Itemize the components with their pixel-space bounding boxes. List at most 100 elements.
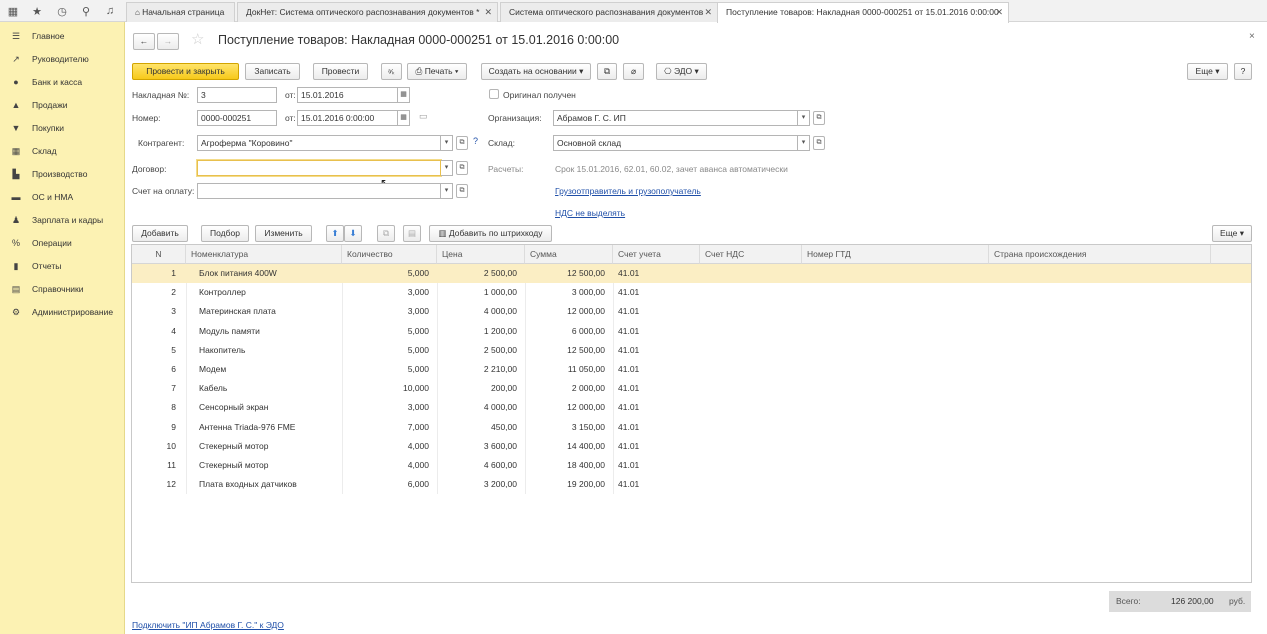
column-header-nomenclature[interactable]: Номенклатура	[186, 245, 342, 264]
payment-account-field[interactable]	[197, 183, 441, 199]
table-row[interactable]: 10 Стекерный мотор 4,000 3 600,00 14 400,00 4…	[132, 437, 1251, 456]
sidebar-item-bank[interactable]: ● Банк и касса	[10, 73, 82, 91]
apps-grid-icon[interactable]: ▦	[5, 3, 21, 19]
invoice-date-field[interactable]: 15.01.2016	[297, 87, 398, 103]
close-tab-icon[interactable]: ✕	[704, 3, 712, 21]
move-up-button[interactable]: ⬆	[326, 225, 344, 242]
help-button[interactable]: ?	[1234, 63, 1252, 80]
favorites-star-icon[interactable]: ★	[29, 3, 45, 19]
column-header-quantity[interactable]: Количество	[342, 245, 437, 264]
question-icon[interactable]: ?	[473, 136, 478, 146]
add-by-barcode-button[interactable]: ▥ Добавить по штрихкоду	[429, 225, 552, 242]
table-more-button[interactable]: Еще ▾	[1212, 225, 1252, 242]
column-header-vat-account[interactable]: Счет НДС	[700, 245, 802, 264]
close-tab-icon[interactable]: ✕	[484, 3, 492, 21]
column-header-price[interactable]: Цена	[437, 245, 525, 264]
table-row[interactable]: 6 Модем 5,000 2 210,00 11 050,00 41.01	[132, 360, 1251, 379]
sidebar-item-operations[interactable]: % Операции	[10, 234, 72, 252]
post-button[interactable]: Провести	[313, 63, 368, 80]
paste-row-button[interactable]: ▤	[403, 225, 421, 242]
dropdown-arrow-icon[interactable]: ▾	[798, 110, 810, 126]
column-header-gtd-number[interactable]: Номер ГТД	[802, 245, 989, 264]
dropdown-arrow-icon[interactable]: ▾	[441, 183, 453, 199]
dropdown-arrow-icon[interactable]: ▾	[441, 160, 453, 176]
sidebar-item-catalogs[interactable]: ▤ Справочники	[10, 280, 84, 298]
open-link-icon[interactable]: ⧉	[456, 184, 468, 198]
table-row[interactable]: 12 Плата входных датчиков 6,000 3 200,00 19 …	[132, 475, 1251, 494]
sidebar-item-sales[interactable]: ▲ Продажи	[10, 96, 68, 114]
warehouse-field[interactable]: Основной склад	[553, 135, 798, 151]
sidebar-item-reports[interactable]: ▮ Отчеты	[10, 257, 62, 275]
open-link-icon[interactable]: ⧉	[813, 136, 825, 150]
dt-kt-button[interactable]: ᵃ⁄ₖ	[381, 63, 402, 80]
copy-row-button[interactable]: ⧉	[377, 225, 395, 242]
change-button[interactable]: Изменить	[255, 225, 312, 242]
notifications-bell-icon[interactable]: ♫	[102, 3, 118, 19]
more-button[interactable]: Еще ▾	[1187, 63, 1228, 80]
invoice-date-label: от:	[285, 90, 296, 100]
column-header-account[interactable]: Счет учета	[613, 245, 700, 264]
vat-link[interactable]: НДС не выделять	[555, 208, 625, 218]
create-based-on-button[interactable]: Создать на основании ▾	[481, 63, 591, 80]
table-row[interactable]: 2 Контроллер 3,000 1 000,00 3 000,00 41.01	[132, 283, 1251, 302]
tab-goods-receipt[interactable]: Поступление товаров: Накладная 0000-0002…	[717, 2, 1009, 23]
sidebar-item-assets[interactable]: ▬ ОС и НМА	[10, 188, 74, 206]
print-label: Печать	[424, 66, 453, 76]
close-icon[interactable]: ×	[1249, 31, 1255, 42]
table-row[interactable]: 7 Кабель 10,000 200,00 2 000,00 41.01	[132, 379, 1251, 398]
invoice-number-field[interactable]: 3	[197, 87, 277, 103]
sidebar-item-admin[interactable]: ⚙ Администрирование	[10, 303, 113, 321]
table-row[interactable]: 8 Сенсорный экран 3,000 4 000,00 12 000,00 41…	[132, 398, 1251, 417]
connect-edo-link[interactable]: Подключить "ИП Абрамов Г. С." к ЭДО	[132, 620, 284, 630]
tab-docnet[interactable]: ДокНет: Система оптического распознавани…	[237, 2, 498, 22]
column-header-country[interactable]: Страна происхождения	[989, 245, 1211, 264]
table-row[interactable]: 11 Стекерный мотор 4,000 4 600,00 18 400,00 4…	[132, 456, 1251, 475]
close-tab-icon[interactable]: ✕	[995, 3, 1003, 21]
back-button[interactable]: ←	[133, 33, 155, 50]
structure-button[interactable]: ⧉	[597, 63, 617, 80]
table-row[interactable]: 5 Накопитель 5,000 2 500,00 12 500,00 41.01	[132, 341, 1251, 360]
tab-home[interactable]: ⌂ Начальная страница	[126, 2, 235, 22]
sidebar-item-purchases[interactable]: ▼ Покупки	[10, 119, 64, 137]
sidebar-item-production[interactable]: ▙ Производство	[10, 165, 88, 183]
organization-field[interactable]: Абрамов Г. С. ИП	[553, 110, 798, 126]
sidebar-item-salary[interactable]: ♟ Зарплата и кадры	[10, 211, 103, 229]
history-icon[interactable]: ◷	[54, 3, 70, 19]
table-row[interactable]: 9 Антенна Triada-976 FME 7,000 450,00 3 150,…	[132, 418, 1251, 437]
dropdown-arrow-icon[interactable]: ▾	[798, 135, 810, 151]
add-row-button[interactable]: Добавить	[132, 225, 188, 242]
move-down-button[interactable]: ⬇	[344, 225, 362, 242]
calendar-icon[interactable]: ▦	[398, 110, 410, 126]
number-field[interactable]: 0000-000251	[197, 110, 277, 126]
forward-button[interactable]: →	[157, 33, 179, 50]
dropdown-arrow-icon[interactable]: ▾	[441, 135, 453, 151]
sidebar-item-label: ОС и НМА	[32, 192, 74, 202]
post-and-close-button[interactable]: Провести и закрыть	[132, 63, 239, 80]
sidebar-item-manager[interactable]: ↗ Руководителю	[10, 50, 89, 68]
sidebar-item-warehouse[interactable]: ▦ Склад	[10, 142, 57, 160]
table-row[interactable]: 1 Блок питания 400W 5,000 2 500,00 12 500,00…	[132, 264, 1251, 283]
table-row[interactable]: 3 Материнская плата 3,000 4 000,00 12 000,00…	[132, 302, 1251, 321]
number-date-field[interactable]: 15.01.2016 0:00:00	[297, 110, 398, 126]
column-header-sum[interactable]: Сумма	[525, 245, 613, 264]
search-icon[interactable]: ⚲	[78, 3, 94, 19]
shipper-consignee-link[interactable]: Грузоотправитель и грузополучатель	[555, 186, 701, 196]
open-link-icon[interactable]: ⧉	[813, 111, 825, 125]
print-button[interactable]: ⎙ Печать ▾	[407, 63, 467, 80]
tab-ocr-system[interactable]: Система оптического распознавания докуме…	[500, 2, 718, 22]
open-link-icon[interactable]: ⧉	[456, 161, 468, 175]
save-button[interactable]: Записать	[245, 63, 300, 80]
attach-button[interactable]: ⌀	[623, 63, 644, 80]
table-row[interactable]: 4 Модуль памяти 5,000 1 200,00 6 000,00 41.01	[132, 322, 1251, 341]
contractor-field[interactable]: Агроферма "Коровино"	[197, 135, 441, 151]
number-settings-icon[interactable]: ▭	[419, 111, 428, 122]
contract-field[interactable]	[197, 160, 441, 176]
edo-button[interactable]: ⎔ ЭДО ▾	[656, 63, 707, 80]
pick-button[interactable]: Подбор	[201, 225, 249, 242]
favorite-star-icon[interactable]: ☆	[191, 30, 204, 48]
sidebar-item-main[interactable]: ☰ Главное	[10, 27, 65, 45]
open-link-icon[interactable]: ⧉	[456, 136, 468, 150]
calendar-icon[interactable]: ▦	[398, 87, 410, 103]
original-received-checkbox[interactable]	[489, 89, 499, 99]
column-header-n[interactable]: N	[132, 245, 186, 264]
